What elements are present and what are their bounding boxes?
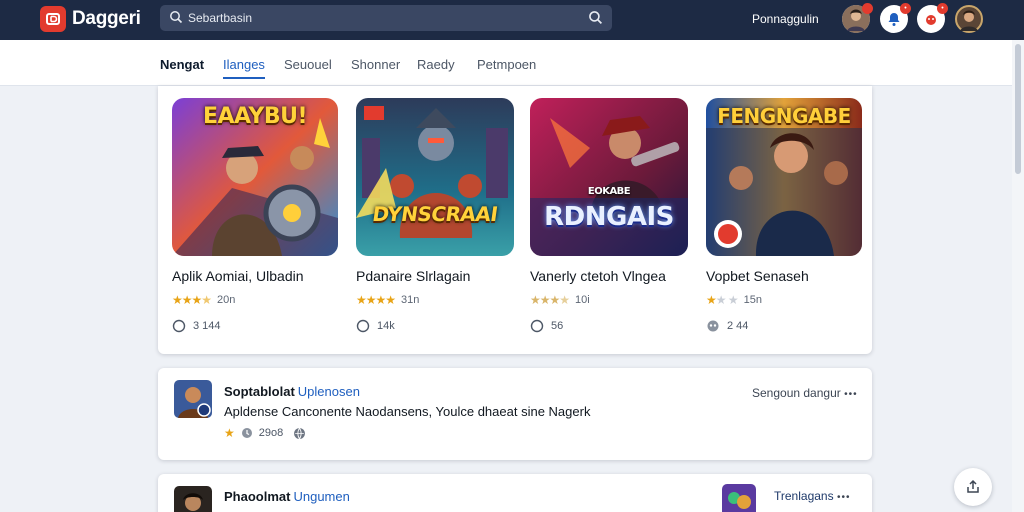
post-author-tag[interactable]: Uplenosen xyxy=(298,384,360,399)
post-thumbnail[interactable] xyxy=(174,486,212,512)
game-cover-title: RDNGAIS xyxy=(544,202,674,232)
game-cover-title: DYNSCRAAI xyxy=(370,202,500,226)
search-icon xyxy=(169,10,183,29)
notifications-button[interactable]: • xyxy=(880,3,911,33)
tab-shonner[interactable]: Shonner xyxy=(351,57,400,72)
friend-avatar[interactable] xyxy=(842,3,873,33)
tab-petmpoen[interactable]: Petmpoen xyxy=(477,57,536,72)
game-cover-image[interactable]: EAAYBU! xyxy=(172,98,338,256)
game-rating: ★★★★ 31n xyxy=(356,293,526,307)
star-icon: ★ xyxy=(224,426,235,440)
tab-raedy[interactable]: Raedy xyxy=(417,57,455,72)
clock-icon xyxy=(172,319,186,333)
player-count: 56 xyxy=(551,320,564,332)
notification-badge: • xyxy=(900,3,911,14)
tab-seuouel[interactable]: Seuouel xyxy=(284,57,332,72)
gamepad-icon xyxy=(707,320,719,332)
post-action-label[interactable]: Sengoun dangur xyxy=(752,386,841,400)
game-title[interactable]: Pdanaire Slrlagain xyxy=(356,268,526,284)
game-cover-image[interactable]: DYNSCRAAI xyxy=(356,98,514,256)
top-bar: Daggeri Ponnaggulin • • xyxy=(0,0,1024,40)
review-count: 10i xyxy=(575,294,590,306)
logo-mark-icon xyxy=(40,6,66,32)
feed-post[interactable]: Soptablolat Uplenosen Apldense Canconente… xyxy=(158,368,872,460)
review-count: 15n xyxy=(743,294,762,306)
post-action-label[interactable]: Trenlagans xyxy=(774,489,834,503)
friend-avatar-badge xyxy=(862,3,873,14)
game-title[interactable]: Vanerly ctetoh Vlngea xyxy=(530,268,700,284)
post-text: Apldense Canconente Naodansens, Youlce d… xyxy=(224,404,591,419)
app-logo[interactable]: Daggeri xyxy=(40,6,141,32)
share-icon xyxy=(967,479,979,493)
game-stats: 14k xyxy=(356,319,526,333)
search-bar[interactable] xyxy=(160,5,612,31)
post-author-name[interactable]: Soptablolat xyxy=(224,384,295,399)
game-title[interactable]: Vopbet Senaseh xyxy=(706,268,876,284)
app-name: Daggeri xyxy=(72,8,141,29)
game-stats: 3 144 xyxy=(172,319,342,333)
feed-post[interactable]: Phaoolmat Ungumen Trenlagans ••• xyxy=(158,474,872,512)
post-action[interactable]: Sengoun dangur ••• xyxy=(752,386,858,400)
game-cover-image[interactable]: EOKABE RDNGAIS xyxy=(530,98,688,256)
game-stats: 2 44 xyxy=(706,319,876,333)
star-rating-icon: ★★ ★ xyxy=(706,293,739,307)
more-options-icon[interactable]: ••• xyxy=(837,492,851,503)
featured-games-panel: EAAYBU! Aplik Aomiai, Ulbadin ★★★★ 20n 3… xyxy=(158,86,872,354)
search-input[interactable] xyxy=(188,8,568,28)
game-stats: 56 xyxy=(530,319,700,333)
tab-ilanges[interactable]: Ilanges xyxy=(223,57,265,79)
game-rating: ★★ ★ 15n xyxy=(706,293,876,307)
game-card[interactable]: FENGNGABE Vopbet Senaseh ★★ ★ 15n 2 44 xyxy=(706,98,876,333)
tab-bar: Nengat Ilanges Seuouel Shonner Raedy Pet… xyxy=(0,40,1024,86)
more-options-icon[interactable]: ••• xyxy=(844,389,858,400)
player-count: 2 44 xyxy=(727,320,749,332)
clock-icon xyxy=(356,319,370,333)
page-scrollbar[interactable] xyxy=(1012,40,1024,512)
game-title[interactable]: Aplik Aomiai, Ulbadin xyxy=(172,268,342,284)
post-author-tag[interactable]: Ungumen xyxy=(293,489,349,504)
star-rating-icon: ★★★★ xyxy=(356,293,396,307)
post-meta: ★ 29o8 xyxy=(224,426,306,440)
game-cover-title: FENGNGABE xyxy=(717,104,851,128)
game-rating: ★★★★ 10i xyxy=(530,293,700,307)
clock-icon xyxy=(241,428,252,438)
scrollbar-thumb[interactable] xyxy=(1015,44,1021,174)
post-action[interactable]: Trenlagans ••• xyxy=(774,489,850,503)
post-author[interactable]: Phaoolmat Ungumen xyxy=(224,489,350,504)
share-button[interactable] xyxy=(954,468,992,506)
star-rating-icon: ★★★★ xyxy=(530,293,570,307)
game-rating: ★★★★ 20n xyxy=(172,293,342,307)
review-count: 20n xyxy=(217,294,236,306)
post-thumbnail[interactable] xyxy=(174,380,212,418)
clock-icon xyxy=(530,319,544,333)
search-submit-icon[interactable] xyxy=(588,10,603,30)
player-count: 14k xyxy=(377,320,395,332)
profile-avatar[interactable] xyxy=(955,5,983,33)
player-count: 3 144 xyxy=(193,320,221,332)
post-author[interactable]: Soptablolat Uplenosen xyxy=(224,384,360,399)
review-count: 31n xyxy=(401,294,420,306)
game-cover-image[interactable]: FENGNGABE xyxy=(706,98,862,256)
game-cover-subtitle: EOKABE xyxy=(587,186,631,197)
alerts-button[interactable]: • xyxy=(917,3,948,33)
alert-badge: • xyxy=(937,3,948,14)
username[interactable]: Ponnaggulin xyxy=(752,12,819,26)
related-game-thumbnail[interactable] xyxy=(722,484,756,512)
tab-nengat[interactable]: Nengat xyxy=(160,57,204,72)
post-author-name[interactable]: Phaoolmat xyxy=(224,489,290,504)
star-rating-icon: ★★★★ xyxy=(172,293,212,307)
post-time: 29o8 xyxy=(258,427,284,439)
game-card[interactable]: EOKABE RDNGAIS Vanerly ctetoh Vlngea ★★★… xyxy=(530,98,700,333)
game-cover-title: EAAYBU! xyxy=(202,104,308,129)
globe-icon xyxy=(294,427,306,439)
game-card[interactable]: DYNSCRAAI Pdanaire Slrlagain ★★★★ 31n 14… xyxy=(356,98,526,333)
game-card[interactable]: EAAYBU! Aplik Aomiai, Ulbadin ★★★★ 20n 3… xyxy=(172,98,342,333)
